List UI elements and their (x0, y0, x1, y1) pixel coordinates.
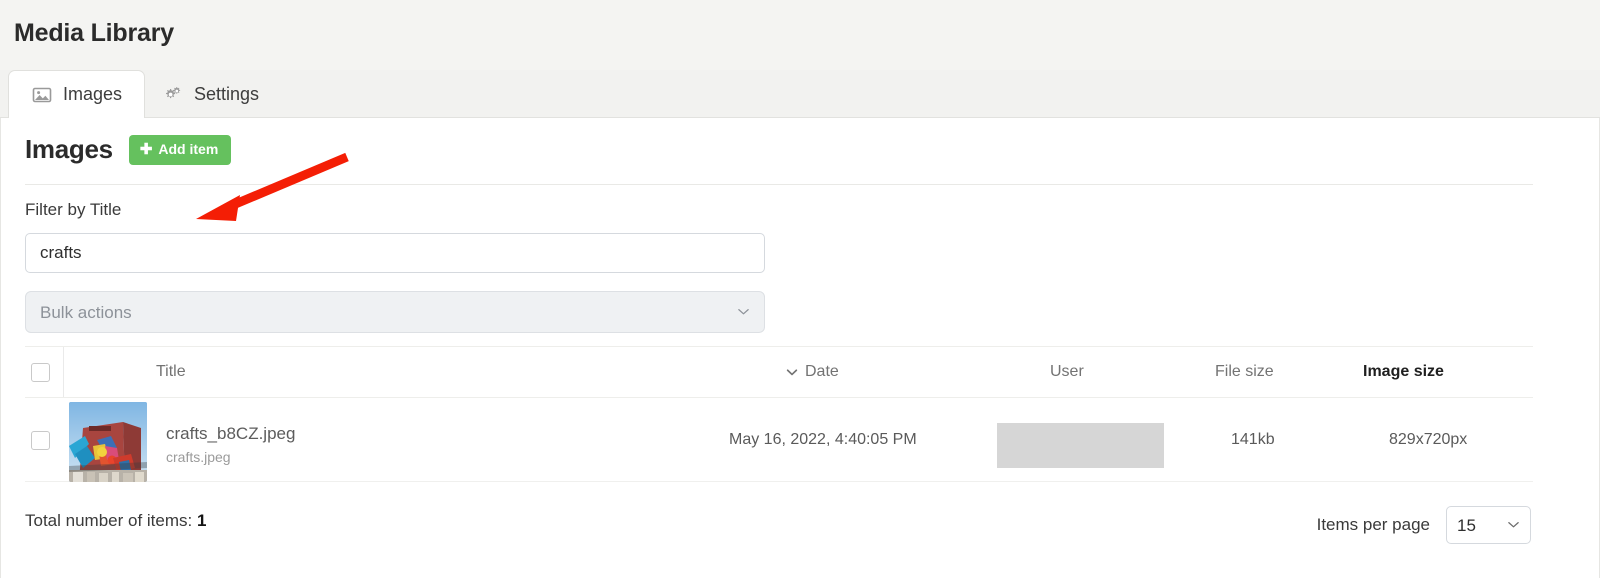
media-library-page: Media Library Images Settings Images ✚ A… (0, 0, 1600, 578)
row-select-checkbox[interactable] (31, 431, 50, 450)
tab-settings-label: Settings (194, 83, 260, 104)
section-divider (25, 184, 1533, 185)
tab-images[interactable]: Images (8, 70, 146, 119)
row-file-size: 141kb (1231, 431, 1275, 448)
top-header-bar: Media Library (0, 0, 1600, 70)
total-items-value: 1 (196, 511, 207, 530)
section-title: Images (25, 134, 113, 164)
content-card: Images ✚ Add item Filter by Title Bulk a… (0, 118, 1600, 578)
filter-by-title-label: Filter by Title (25, 200, 122, 219)
add-item-label: Add item (158, 141, 219, 157)
tab-images-label: Images (63, 84, 123, 104)
select-all-checkbox[interactable] (31, 363, 50, 382)
column-header-date-label: Date (805, 363, 839, 380)
row-date: May 16, 2022, 4:40:05 PM (729, 431, 917, 448)
tab-settings[interactable]: Settings (140, 70, 281, 118)
column-header-title[interactable]: Title (156, 363, 186, 381)
column-header-user[interactable]: User (1050, 363, 1084, 381)
row-checkbox-cell (31, 431, 50, 455)
page-title: Media Library (14, 19, 174, 47)
column-header-file-size[interactable]: File size (1215, 363, 1274, 381)
table-row[interactable]: crafts_b8CZ.jpeg crafts.jpeg May 16, 202… (25, 398, 1533, 482)
row-title[interactable]: crafts_b8CZ.jpeg (166, 424, 295, 444)
select-all-checkbox-cell (31, 363, 50, 387)
add-item-button[interactable]: ✚ Add item (128, 134, 232, 165)
total-items-label: Total number of items: (25, 511, 193, 530)
items-per-page-label: Items per page (1316, 515, 1430, 534)
total-items-text: Total number of items: 1 (25, 511, 206, 531)
items-per-page-select[interactable]: 15 (1446, 506, 1531, 544)
items-per-page-group: Items per page 15 (1317, 506, 1531, 544)
filter-by-title-input[interactable] (25, 233, 765, 273)
cogs-icon (162, 84, 183, 105)
bulk-actions-select[interactable]: Bulk actions (25, 291, 765, 333)
items-per-page-wrapper: 15 (1446, 506, 1531, 544)
column-header-image-size[interactable]: Image size (1363, 363, 1444, 381)
bulk-actions-wrapper: Bulk actions (25, 291, 765, 333)
row-image-size: 829x720px (1389, 431, 1468, 448)
images-table: Title Date User File size Image size cra… (25, 346, 1533, 482)
row-user-redacted (997, 423, 1164, 468)
street-art-mural-thumbnail[interactable] (69, 402, 147, 482)
column-header-date[interactable]: Date (785, 363, 839, 381)
row-subtitle: crafts.jpeg (166, 449, 231, 465)
section-header: Images ✚ Add item (25, 134, 232, 165)
table-header-row: Title Date User File size Image size (25, 346, 1533, 398)
plus-icon: ✚ (139, 140, 153, 158)
image-icon (31, 84, 52, 105)
tab-strip: Images Settings (0, 70, 1600, 119)
column-divider (63, 347, 64, 397)
chevron-down-icon (785, 365, 799, 379)
